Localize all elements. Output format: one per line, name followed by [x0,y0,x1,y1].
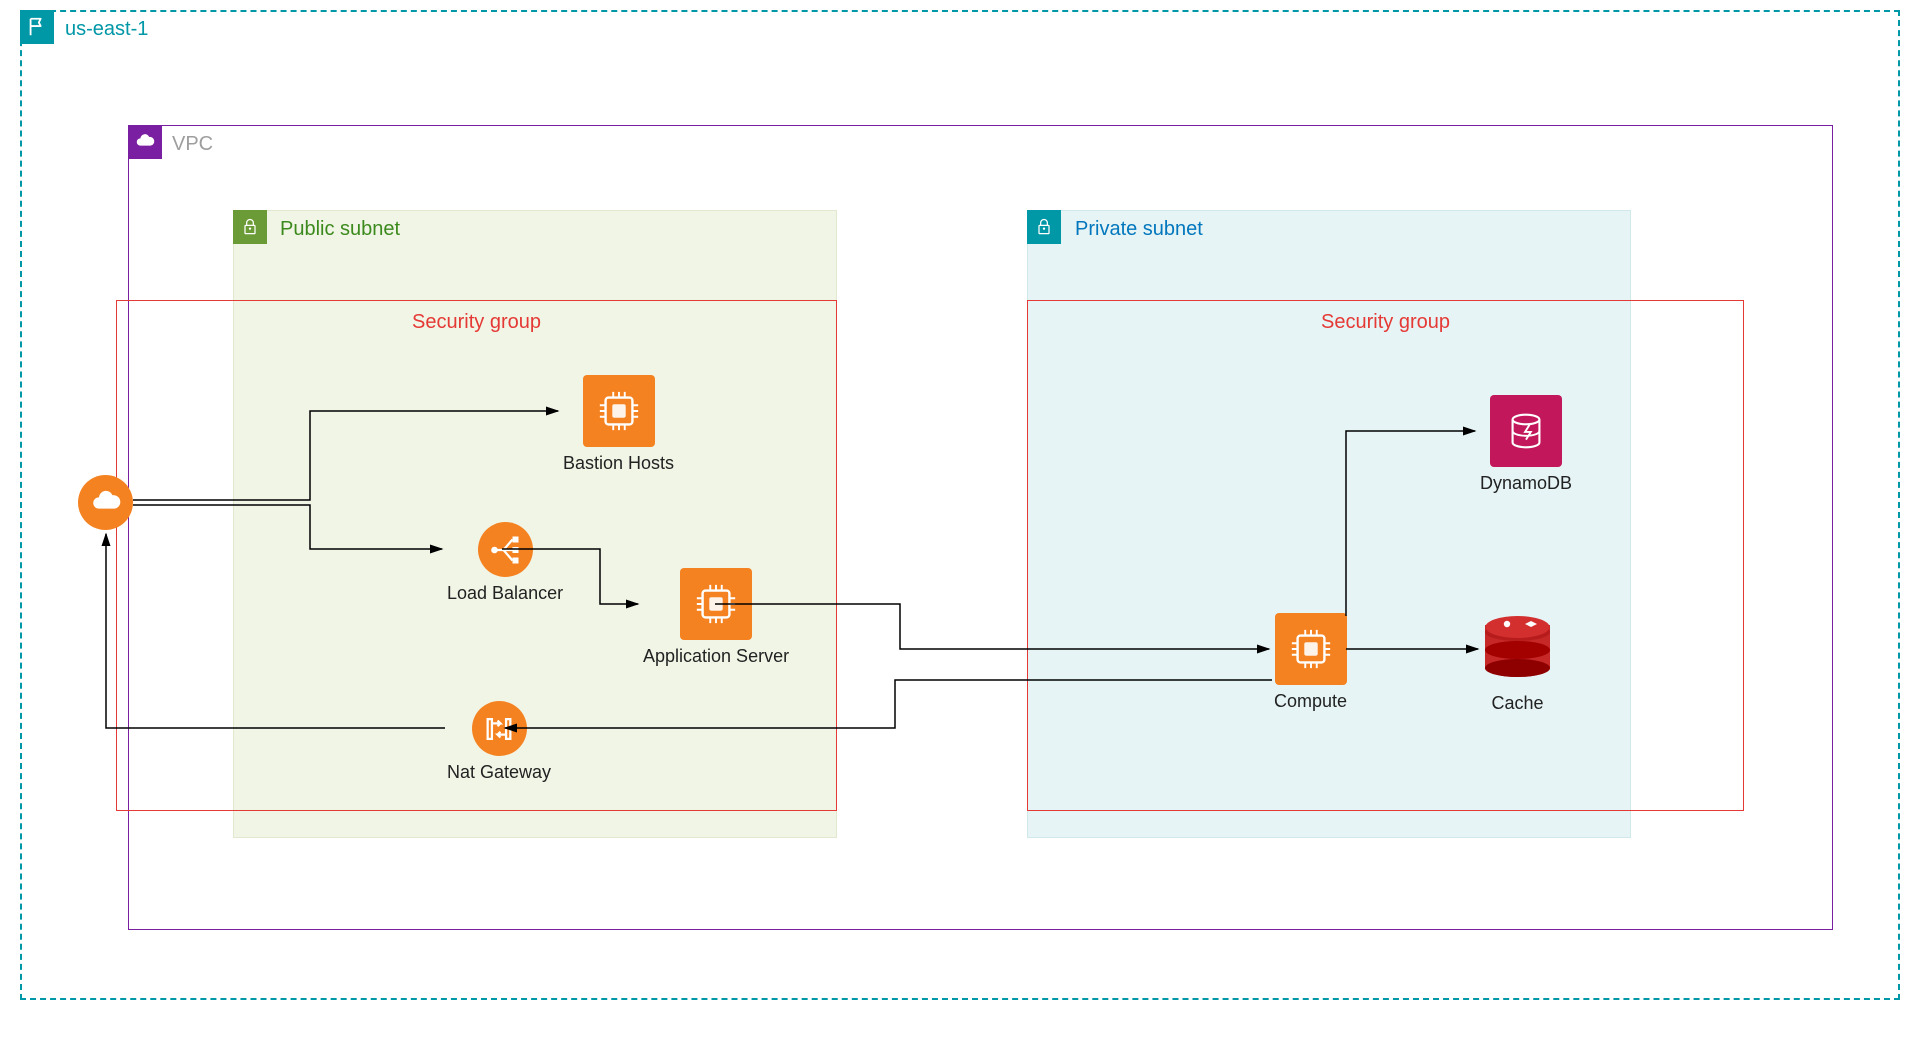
bastion-node[interactable]: Bastion Hosts [563,375,674,474]
dynamodb-node[interactable]: DynamoDB [1480,395,1572,494]
private-security-group-label: Security group [1028,311,1743,334]
cache-node[interactable]: Cache [1485,615,1550,714]
compute-icon [680,568,752,640]
compute-icon [1275,613,1347,685]
public-subnet-label: Public subnet [280,218,400,241]
nat-gateway-label: Nat Gateway [447,762,551,783]
compute-icon [583,375,655,447]
app-server-label: Application Server [643,646,789,667]
internet-node[interactable] [78,475,133,530]
region-flag-icon [20,10,54,44]
compute-node[interactable]: Compute [1274,613,1347,712]
app-server-node[interactable]: Application Server [643,568,789,667]
vpc-label: VPC [172,133,213,156]
diagram-canvas: us-east-1 VPC Public subnet Private subn… [0,0,1920,1052]
compute-label: Compute [1274,691,1347,712]
load-balancer-node[interactable]: Load Balancer [447,522,563,604]
load-balancer-icon [478,522,533,577]
cache-label: Cache [1491,693,1543,714]
cache-icon [1485,615,1550,687]
database-icon [1490,395,1562,467]
public-subnet-lock-icon [233,210,267,244]
private-security-group-box: Security group [1027,300,1744,811]
nat-gateway-node[interactable]: Nat Gateway [447,701,551,783]
load-balancer-label: Load Balancer [447,583,563,604]
region-label: us-east-1 [65,18,148,41]
bastion-label: Bastion Hosts [563,453,674,474]
private-subnet-label: Private subnet [1075,218,1203,241]
vpc-cloud-icon [128,125,162,159]
dynamodb-label: DynamoDB [1480,473,1572,494]
nat-gateway-icon [472,701,527,756]
private-subnet-lock-icon [1027,210,1061,244]
public-security-group-label: Security group [117,311,836,334]
cloud-icon [78,475,133,530]
